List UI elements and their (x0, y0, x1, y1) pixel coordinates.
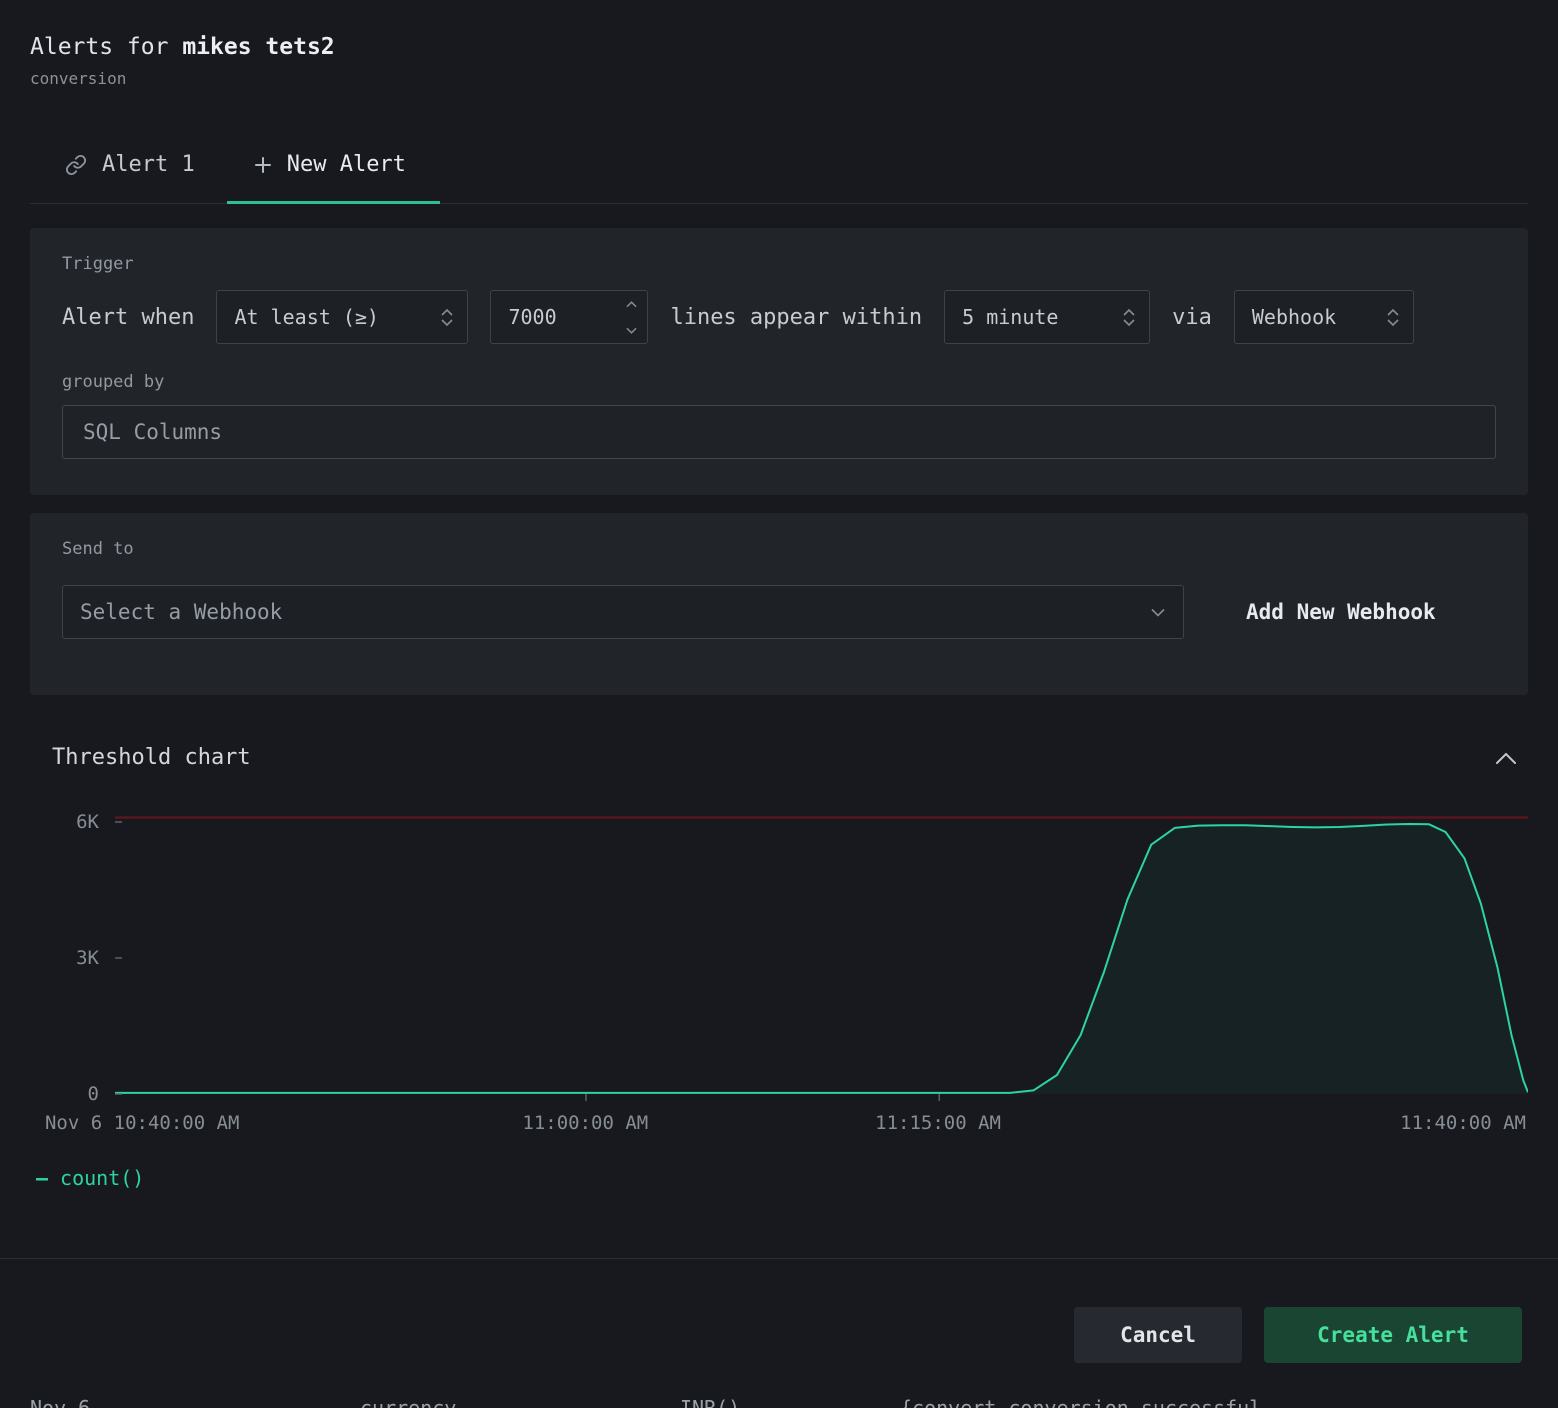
clipped-log-row: Nov 6 currency INR() {convert conversion su… (0, 1396, 1558, 1408)
lines-within-label: lines appear within (670, 305, 922, 330)
add-new-webhook-button[interactable]: Add New Webhook (1246, 600, 1436, 624)
alert-tabs: Alert 1 New Alert (30, 132, 1528, 204)
webhook-select[interactable]: Select a Webhook (62, 585, 1184, 639)
x-axis-labels: Nov 6 10:40:00 AM11:00:00 AM11:15:00 AM1… (115, 1112, 1526, 1138)
page-title-prefix: Alerts for (30, 34, 182, 60)
x-tick-label: 11:15:00 AM (875, 1112, 1001, 1134)
webhook-select-placeholder: Select a Webhook (80, 600, 282, 624)
chart-header: Threshold chart (30, 745, 1528, 770)
group-by-input[interactable] (62, 405, 1496, 459)
threshold-chart-section: Threshold chart 6K 3K 0 Nov 6 10:40:00 AM 1… (30, 745, 1528, 1190)
cancel-button[interactable]: Cancel (1074, 1307, 1242, 1363)
send-to-panel: Send to Select a Webhook Add New Webhook (30, 513, 1528, 695)
send-to-row: Select a Webhook Add New Webhook (62, 585, 1496, 639)
modal-footer: Cancel Create Alert (0, 1258, 1558, 1363)
threshold-number-input[interactable]: 7000 (490, 290, 648, 344)
legend-series-swatch: — (36, 1166, 48, 1190)
y-tick-label: 0 (88, 1083, 99, 1105)
legend-series-name: count() (60, 1166, 144, 1190)
threshold-value: 7000 (491, 291, 615, 343)
create-alert-button[interactable]: Create Alert (1264, 1307, 1522, 1363)
chevron-updown-icon (1387, 309, 1399, 326)
plus-icon (254, 156, 272, 174)
clipped-log-fragment: INR() (680, 1396, 740, 1408)
channel-select[interactable]: Webhook (1234, 290, 1414, 344)
channel-value: Webhook (1252, 305, 1336, 329)
tab-new-alert-label: New Alert (287, 152, 406, 177)
stepper-down-button[interactable] (615, 317, 647, 343)
link-icon (65, 154, 87, 176)
via-label: via (1172, 305, 1212, 330)
chevron-updown-icon (441, 309, 453, 326)
comparator-select[interactable]: At least (≥) (216, 290, 468, 344)
send-to-label: Send to (62, 539, 1496, 559)
trigger-row: Alert when At least (≥) 7000 (62, 290, 1496, 344)
clipped-log-fragment: currency (360, 1396, 456, 1408)
clipped-log-fragment: Nov 6 (30, 1396, 90, 1408)
y-tick-label: 6K (76, 811, 99, 833)
interval-value: 5 minute (962, 305, 1058, 329)
chevron-updown-icon (1123, 309, 1135, 326)
page-header: Alerts for mikes tets2 conversion (30, 0, 1528, 88)
trigger-panel: Trigger Alert when At least (≥) 7000 (30, 228, 1528, 495)
page-title-source-name: mikes tets2 (182, 34, 334, 60)
number-stepper (615, 291, 647, 343)
tab-alert-1[interactable]: Alert 1 (30, 132, 227, 203)
comparator-value: At least (≥) (234, 305, 379, 329)
threshold-chart-plot: 6K 3K 0 (30, 810, 1528, 1102)
page-subtitle: conversion (30, 69, 1528, 88)
chart-title: Threshold chart (52, 745, 251, 770)
alert-when-label: Alert when (62, 305, 194, 330)
stepper-up-button[interactable] (615, 291, 647, 317)
line-chart-svg (115, 810, 1528, 1102)
y-axis-labels: 6K 3K 0 (30, 810, 115, 1102)
alert-modal: Alerts for mikes tets2 conversion Alert … (0, 0, 1558, 1190)
chevron-up-icon[interactable] (1492, 748, 1520, 768)
chevron-down-icon (1151, 608, 1165, 617)
chart-legend: — count() (36, 1166, 1528, 1190)
page-title: Alerts for mikes tets2 (30, 34, 1528, 60)
interval-select[interactable]: 5 minute (944, 290, 1150, 344)
x-tick-label: 11:00:00 AM (522, 1112, 648, 1134)
trigger-section-label: Trigger (62, 254, 1496, 274)
tab-new-alert[interactable]: New Alert (227, 132, 440, 203)
grouped-by-label: grouped by (62, 372, 1496, 392)
plot-area (115, 810, 1528, 1102)
clipped-log-fragment: {convert conversion successful (900, 1396, 1261, 1408)
tab-alert-1-label: Alert 1 (102, 152, 195, 177)
x-tick-label: Nov 6 10:40:00 AM (45, 1112, 239, 1134)
x-tick-label: 11:40:00 AM (1400, 1112, 1526, 1134)
y-tick-label: 3K (76, 947, 99, 969)
